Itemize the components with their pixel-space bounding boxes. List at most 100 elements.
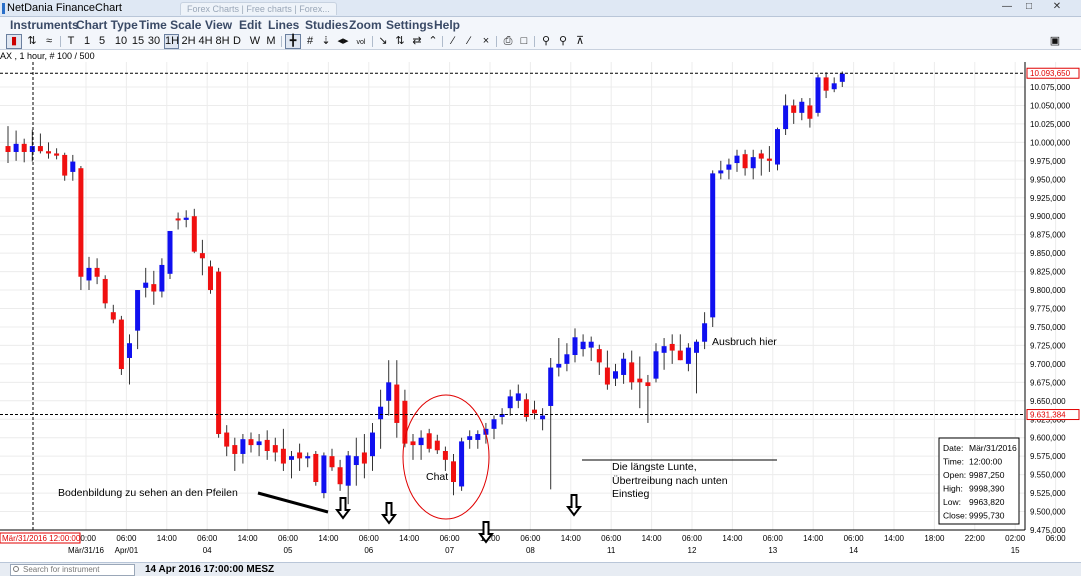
data-box-value: 9987,250 xyxy=(969,470,1005,480)
x-tick-date: 07 xyxy=(445,546,454,555)
candle-body xyxy=(110,312,116,320)
zoom-in-icon[interactable]: ⚲ xyxy=(540,34,552,49)
timescale-10[interactable]: 10 xyxy=(114,34,128,49)
close-button[interactable]: ✕ xyxy=(1046,0,1068,15)
menu-time-scale[interactable]: Time Scale xyxy=(139,18,201,32)
timescale-15[interactable]: 15 xyxy=(131,34,145,49)
x-tick-date: Mär/31/16 xyxy=(68,546,105,555)
candle-body xyxy=(78,168,84,277)
timescale-2h[interactable]: 2H xyxy=(181,34,196,49)
x-tick-time: 06:00 xyxy=(1046,534,1067,543)
data-box-label: Time: xyxy=(943,457,964,467)
timescale-w[interactable]: W xyxy=(249,34,261,49)
menu-zoom[interactable]: Zoom xyxy=(349,18,382,32)
y-tick-label: 10.075,000 xyxy=(1030,83,1071,92)
fibonacci-icon[interactable]: ⇅ xyxy=(393,34,407,49)
candle-body xyxy=(175,218,181,221)
window-title: NetDania FinanceChart xyxy=(7,2,122,14)
channel-icon[interactable]: ⇄ xyxy=(410,34,424,49)
instrument-info: AX , 1 hour, # 100 / 500 xyxy=(0,51,95,61)
zoom-out-icon[interactable]: ⚲ xyxy=(557,34,569,49)
menu-edit[interactable]: Edit xyxy=(239,18,262,32)
cursor-icon[interactable]: ⇣ xyxy=(320,34,332,49)
volume-icon[interactable]: vol xyxy=(354,34,368,49)
grid-icon[interactable]: # xyxy=(304,34,316,49)
x-tick-date: 13 xyxy=(768,546,777,555)
menu-help[interactable]: Help xyxy=(434,18,460,32)
fit-icon[interactable]: ⊼ xyxy=(574,34,586,49)
data-box-value: 12:00:00 xyxy=(969,457,1002,467)
price-chart[interactable]: 00:00Mär/31/1606:00Apr/0114:00 06:000414:… xyxy=(0,62,1081,562)
candle-body xyxy=(256,441,262,446)
pen-icon[interactable]: ∕ xyxy=(447,34,459,49)
line-style-icon[interactable]: ∕ xyxy=(463,34,475,49)
scroll-icon[interactable]: ◂▸ xyxy=(336,34,350,49)
crosshair-icon[interactable]: ╋ xyxy=(285,34,301,49)
timescale-8h[interactable]: 8H xyxy=(215,34,230,49)
x-tick-time: 14:00 xyxy=(722,534,743,543)
candle-body xyxy=(54,153,60,156)
y-tick-label: 10.050,000 xyxy=(1030,101,1071,110)
candlestick-chart-type-icon[interactable]: ▮ xyxy=(6,34,22,49)
y-tick-label: 10.000,000 xyxy=(1030,138,1071,147)
x-tick-time: 14:00 xyxy=(803,534,824,543)
candle-body xyxy=(596,349,602,363)
candle-body xyxy=(305,456,311,459)
menu-studies[interactable]: Studies xyxy=(305,18,348,32)
menu-chart-type[interactable]: Chart Type xyxy=(76,18,138,32)
data-box-label: High: xyxy=(943,484,963,494)
x-tick-time: 06:00 xyxy=(844,534,865,543)
candle-body xyxy=(677,350,683,361)
toolbar-separator xyxy=(281,36,282,47)
candle-body xyxy=(118,319,124,370)
ohlc-chart-type-icon[interactable]: ⇅ xyxy=(26,34,38,49)
annotation-lunte-1: Die längste Lunte, xyxy=(612,461,697,473)
settings-panel-icon[interactable]: ▣ xyxy=(1046,34,1064,49)
toolbar-separator xyxy=(442,36,443,47)
search-icon xyxy=(13,566,19,572)
menu-lines[interactable]: Lines xyxy=(268,18,299,32)
data-box-label: Low: xyxy=(943,497,961,507)
annotation-chat: Chat xyxy=(426,471,448,483)
minimize-button[interactable]: — xyxy=(996,0,1018,15)
candle-body xyxy=(766,158,772,161)
timescale-4h[interactable]: 4H xyxy=(198,34,213,49)
x-tick-time: 06:00 xyxy=(197,534,218,543)
copy-icon[interactable]: □ xyxy=(518,34,530,49)
menu-settings[interactable]: Settings xyxy=(386,18,433,32)
timescale-t[interactable]: T xyxy=(66,34,76,49)
menu-view[interactable]: View xyxy=(205,18,232,32)
candle-body xyxy=(345,455,351,486)
candle-body xyxy=(337,467,343,485)
status-datetime: 14 Apr 2016 17:00:00 MESZ xyxy=(145,564,275,575)
trendline-icon[interactable]: ↘ xyxy=(376,34,390,49)
x-tick-time: 06:00 xyxy=(278,534,299,543)
candle-body xyxy=(556,363,562,368)
timescale-m[interactable]: M xyxy=(265,34,277,49)
candle-body xyxy=(685,347,691,364)
candle-body xyxy=(532,409,537,414)
print-icon[interactable]: ⎙ xyxy=(501,34,515,49)
candle-body xyxy=(742,154,748,169)
candle-body xyxy=(102,278,108,304)
y-tick-label: 9.950,000 xyxy=(1030,175,1066,184)
delete-lines-icon[interactable]: × xyxy=(480,34,492,49)
timescale-5[interactable]: 5 xyxy=(97,34,107,49)
y-tick-label: 9.675,000 xyxy=(1030,378,1066,387)
candle-body xyxy=(394,384,400,423)
data-box-label: Close: xyxy=(943,511,967,521)
menu-instruments[interactable]: Instruments xyxy=(10,18,79,32)
candle-body xyxy=(127,343,132,358)
candle-body xyxy=(548,367,554,406)
x-tick-time: 14:00 xyxy=(642,534,663,543)
timescale-1[interactable]: 1 xyxy=(82,34,92,49)
timescale-1h[interactable]: 1H xyxy=(164,34,179,49)
annotation-lunte-3: Einstieg xyxy=(612,488,650,500)
menu-bar: Instruments Chart Type Time Scale View Edit L… xyxy=(0,17,1081,33)
line-chart-type-icon[interactable]: ≈ xyxy=(42,34,56,49)
text-tool-icon[interactable]: ⌃ xyxy=(427,34,439,49)
timescale-d[interactable]: D xyxy=(232,34,242,49)
timescale-30[interactable]: 30 xyxy=(147,34,161,49)
maximize-button[interactable]: □ xyxy=(1018,0,1040,15)
instrument-search-input[interactable]: Search for instrument xyxy=(10,564,135,576)
